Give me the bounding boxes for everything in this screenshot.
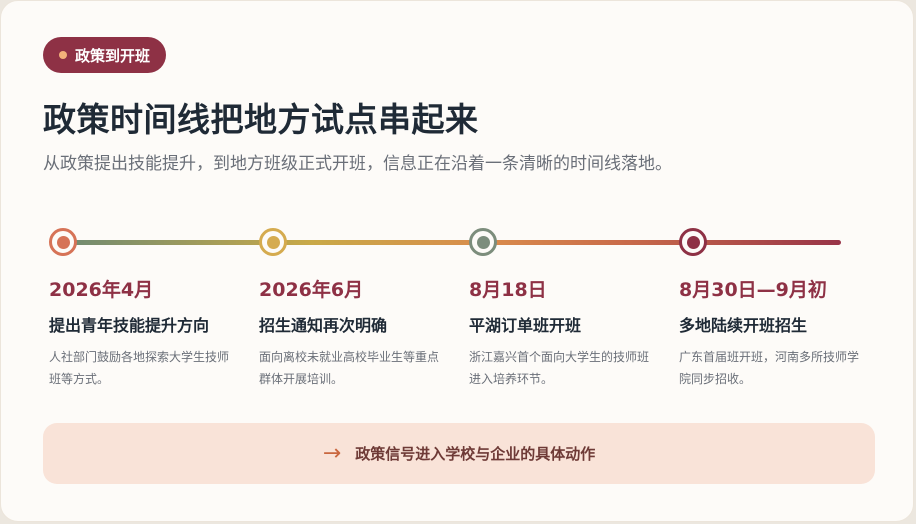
timeline-heading: 多地陆续开班招生 [679, 316, 808, 335]
timeline-card: 政策到开班 政策时间线把地方试点串起来 从政策提出技能提升，到地方班级正式开班，… [0, 0, 914, 522]
next-step-banner: → 政策信号进入学校与企业的具体动作 [43, 423, 875, 484]
timeline-node-2 [259, 228, 287, 256]
timeline-date: 8月30日—9月初 [679, 279, 827, 301]
badge-label: 政策到开班 [75, 46, 151, 65]
timeline-node-dot [476, 235, 490, 249]
timeline-node-dot [686, 235, 700, 249]
timeline-description: 人社部门鼓励各地探索大学生技师班等方式。 [49, 350, 230, 386]
timeline-node-dot [266, 235, 280, 249]
page-subtitle: 从政策提出技能提升，到地方班级正式开班，信息正在沿着一条清晰的时间线落地。 [43, 154, 672, 174]
timeline-date: 2026年4月 [49, 279, 154, 301]
timeline-description: 浙江嘉兴首个面向大学生的技师班进入培养环节。 [469, 350, 650, 386]
timeline-item-3: 8月18日 平湖订单班开班 浙江嘉兴首个面向大学生的技师班进入培养环节。 [469, 275, 659, 390]
arrow-right-icon: → [322, 440, 342, 466]
badge-dot-icon [59, 51, 67, 59]
timeline-track [63, 240, 841, 245]
timeline-node-3 [469, 228, 497, 256]
timeline-node-dot [56, 235, 70, 249]
page-title: 政策时间线把地方试点串起来 [43, 100, 479, 139]
timeline-node-1 [49, 228, 77, 256]
timeline-heading: 招生通知再次明确 [259, 316, 388, 335]
timeline-heading: 提出青年技能提升方向 [49, 316, 210, 335]
timeline-date: 8月18日 [469, 279, 547, 301]
timeline-heading: 平湖订单班开班 [469, 316, 582, 335]
banner-text: 政策信号进入学校与企业的具体动作 [355, 445, 596, 463]
timeline-description: 广东首届班开班，河南多所技师学院同步招收。 [679, 350, 860, 386]
timeline-item-4: 8月30日—9月初 多地陆续开班招生 广东首届班开班，河南多所技师学院同步招收。 [679, 275, 869, 390]
timeline-node-4 [679, 228, 707, 256]
timeline-date: 2026年6月 [259, 279, 364, 301]
timeline-item-2: 2026年6月 招生通知再次明确 面向离校未就业高校毕业生等重点群体开展培训。 [259, 275, 449, 390]
timeline-item-1: 2026年4月 提出青年技能提升方向 人社部门鼓励各地探索大学生技师班等方式。 [49, 275, 239, 390]
timeline-description: 面向离校未就业高校毕业生等重点群体开展培训。 [259, 350, 440, 386]
section-badge: 政策到开班 [43, 37, 167, 73]
